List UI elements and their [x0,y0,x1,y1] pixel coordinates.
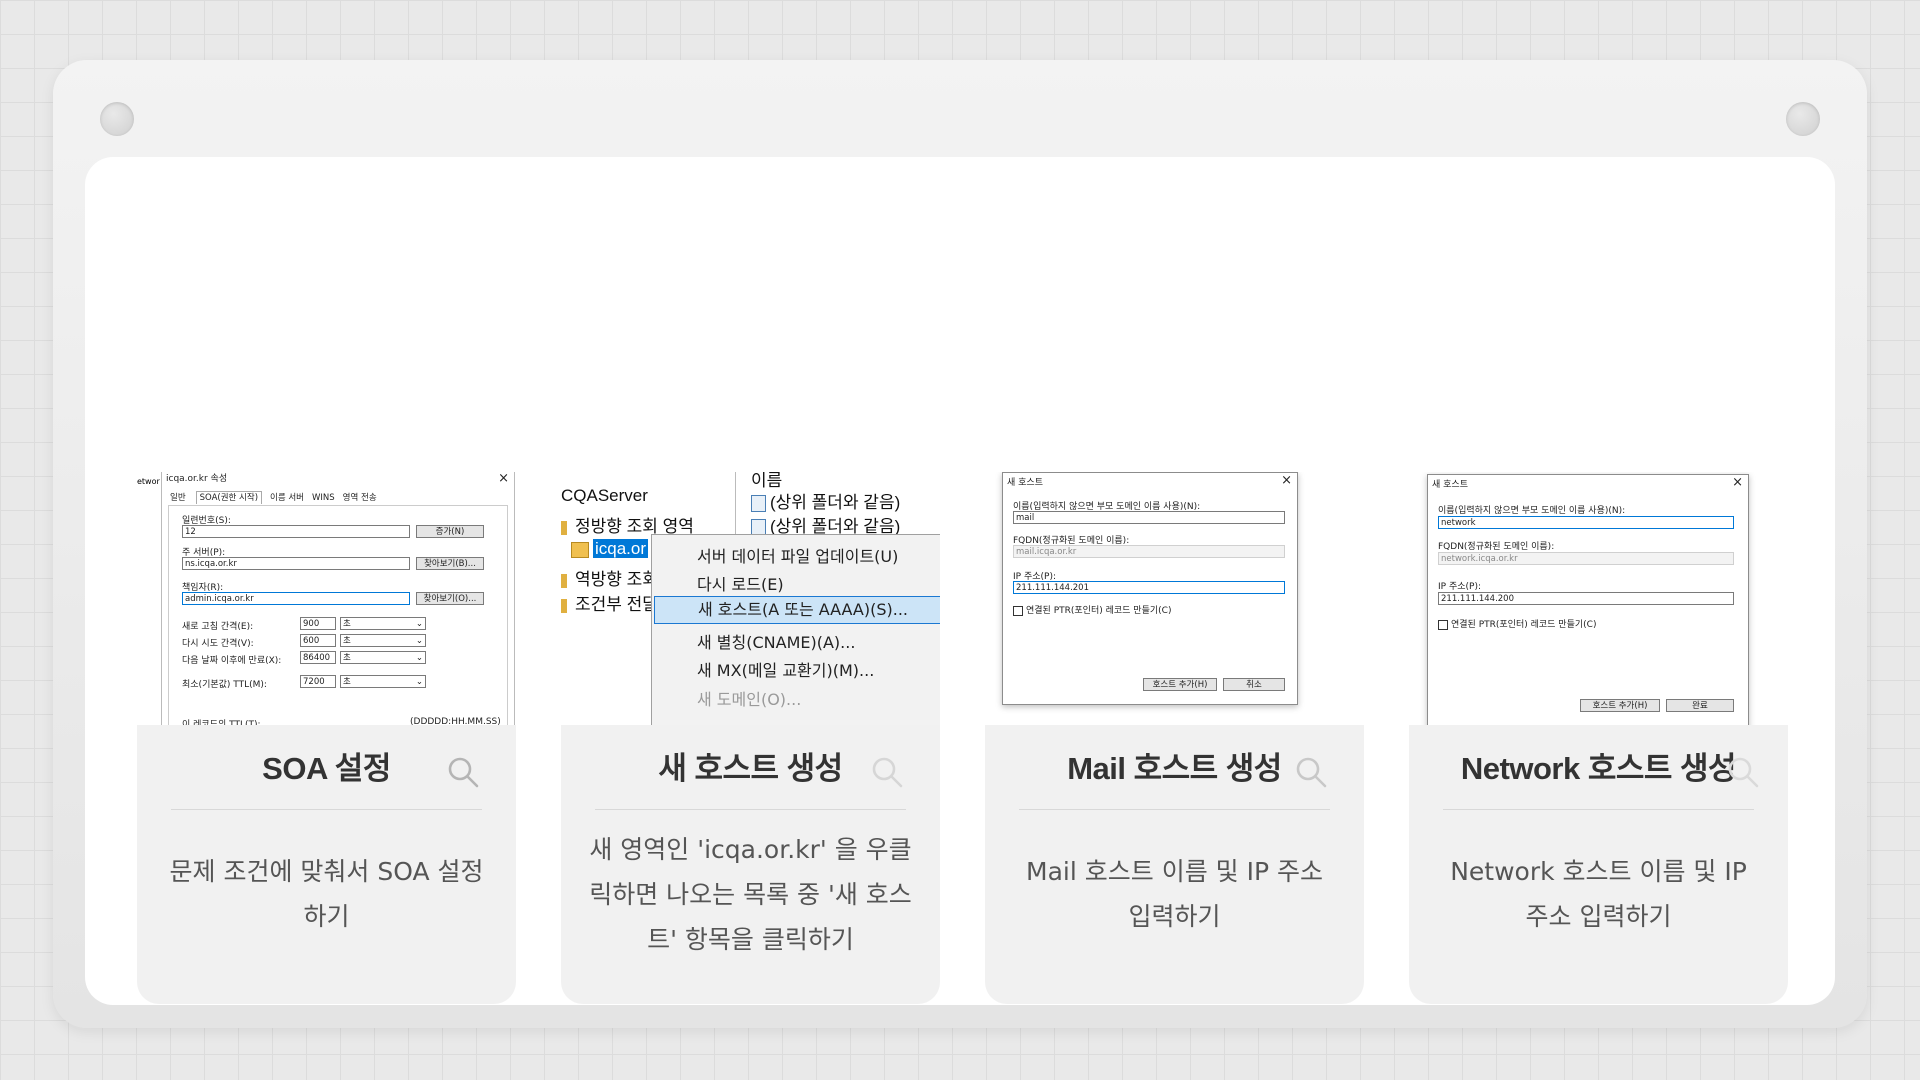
browse-button-2[interactable]: 찾아보기(O)... [416,592,484,605]
name-input[interactable]: mail [1013,511,1285,524]
refresh-input[interactable]: 900 [300,617,336,630]
dialog-title: 새 호스트 [1432,480,1468,490]
divider [1019,809,1330,810]
record-ttl-label: 이 레코드의 TTL(T): [182,720,261,725]
new-host-dialog: 새 호스트 × 이름(입력하지 않으면 부모 도메인 이름 사용)(N): ma… [1002,472,1298,705]
dialog-title: 새 호스트 [1007,478,1043,488]
ip-input[interactable]: 211.111.144.201 [1013,581,1285,594]
card-soa[interactable]: etwor icqa.or.kr 속성 × 일반 SOA(권한 시작) 이름 서버 W… [137,472,516,1004]
card-body: Network 호스트 생성 Network 호스트 이름 및 IP 주소 입력… [1409,725,1788,1004]
close-icon[interactable]: × [1732,475,1743,490]
expire-label: 다음 날짜 이후에 만료(X): [182,656,282,666]
tree-server[interactable]: CQAServer [561,486,648,506]
ip-input[interactable]: 211.111.144.200 [1438,592,1734,605]
tab-wins[interactable]: WINS [312,493,335,503]
card-thumbnail: CQAServer 정방향 조회 영역 icqa.or 역방향 조회 조건부 전… [561,472,940,725]
card-body: 새 호스트 생성 새 영역인 'icqa.or.kr' 을 우클릭하면 나오는 … [561,725,940,1004]
card-description: Network 호스트 이름 및 IP 주소 입력하기 [1450,857,1747,931]
context-menu: 서버 데이터 파일 업데이트(U) 다시 로드(E) 새 호스트(A 또는 AA… [651,534,940,725]
card-network-host[interactable]: 새 호스트 × 이름(입력하지 않으면 부모 도메인 이름 사용)(N): ne… [1409,472,1788,1004]
search-icon[interactable] [1726,755,1760,789]
expire-input[interactable]: 86400 [300,651,336,664]
card-description: 문제 조건에 맞춰서 SOA 설정하기 [169,857,484,931]
divider [595,809,906,810]
menu-reload[interactable]: 다시 로드(E) [697,571,784,595]
menu-new-mx[interactable]: 새 MX(메일 교환기)(M)... [697,657,874,681]
content-panel: etwor icqa.or.kr 속성 × 일반 SOA(권한 시작) 이름 서버 W… [85,157,1835,1005]
tree-zone-icqa[interactable]: icqa.or [571,539,649,559]
menu-update-data-file[interactable]: 서버 데이터 파일 업데이트(U) [697,543,898,567]
record-ttl-format: (DDDDD:HH.MM.SS) [410,717,501,725]
cancel-button[interactable]: 취소 [1223,678,1285,691]
retry-label: 다시 시도 간격(V): [182,639,254,649]
tab-general[interactable]: 일반 [170,493,186,503]
dialog-title: icqa.or.kr 속성 [166,474,228,484]
card-new-host[interactable]: CQAServer 정방향 조회 영역 icqa.or 역방향 조회 조건부 전… [561,472,940,1004]
card-thumbnail: 새 호스트 × 이름(입력하지 않으면 부모 도메인 이름 사용)(N): ma… [985,472,1364,725]
soa-dialog: icqa.or.kr 속성 × 일반 SOA(권한 시작) 이름 서버 WINS 영역 … [161,472,515,725]
expire-unit[interactable]: 초 ⌄ [340,651,426,664]
add-host-button[interactable]: 호스트 추가(H) [1143,678,1217,691]
screw-right [1786,102,1820,136]
tree-conditional[interactable]: 조건부 전달 [561,590,658,615]
divider [1443,809,1754,810]
name-input[interactable]: network [1438,516,1734,529]
menu-new-alias[interactable]: 새 별칭(CNAME)(A)... [697,629,855,653]
retry-unit[interactable]: 초 ⌄ [340,634,426,647]
close-icon[interactable]: × [498,472,509,486]
ttl-label: 최소(기본값) TTL(M): [182,680,267,690]
ip-label: IP 주소(P): [1438,582,1481,592]
ttl-input[interactable]: 7200 [300,675,336,688]
add-host-button[interactable]: 호스트 추가(H) [1580,699,1660,712]
search-icon[interactable] [1294,755,1328,789]
device-frame: etwor icqa.or.kr 속성 × 일반 SOA(권한 시작) 이름 서버 W… [53,60,1867,1028]
card-description: 새 영역인 'icqa.or.kr' 을 우클릭하면 나오는 목록 중 '새 호… [589,835,912,954]
fqdn-input: mail.icqa.or.kr [1013,545,1285,558]
responsible-input[interactable]: admin.icqa.or.kr [182,592,410,605]
tab-name-servers[interactable]: 이름 서버 [270,493,304,503]
list-item[interactable]: (상위 폴더와 같음) [751,488,900,513]
card-thumbnail: 새 호스트 × 이름(입력하지 않으면 부모 도메인 이름 사용)(N): ne… [1409,472,1788,725]
tree-reverse-zone[interactable]: 역방향 조회 [561,565,658,590]
card-description: Mail 호스트 이름 및 IP 주소 입력하기 [1026,857,1323,931]
divider [171,809,482,810]
serial-input[interactable]: 12 [182,525,410,538]
fqdn-label: FQDN(정규화된 도메인 이름): [1438,542,1555,552]
side-label: etwor [137,477,160,486]
name-label: 이름(입력하지 않으면 부모 도메인 이름 사용)(N): [1438,506,1626,516]
card-thumbnail: etwor icqa.or.kr 속성 × 일반 SOA(권한 시작) 이름 서버 W… [137,472,516,725]
card-body: Mail 호스트 생성 Mail 호스트 이름 및 IP 주소 입력하기 [985,725,1364,1004]
fqdn-input: network.icqa.or.kr [1438,552,1734,565]
new-host-dialog: 새 호스트 × 이름(입력하지 않으면 부모 도메인 이름 사용)(N): ne… [1427,474,1749,725]
menu-new-domain[interactable]: 새 도메인(O)... [697,686,801,710]
tab-bar: 일반 SOA(권한 시작) 이름 서버 WINS 영역 전송 [170,491,377,504]
refresh-unit[interactable]: 초 ⌄ [340,617,426,630]
increment-button[interactable]: 증가(N) [416,525,484,538]
retry-input[interactable]: 600 [300,634,336,647]
ttl-unit[interactable]: 초 ⌄ [340,675,426,688]
browse-button[interactable]: 찾아보기(B)... [416,557,484,570]
tab-zone-transfer[interactable]: 영역 전송 [343,493,377,503]
done-button[interactable]: 완료 [1666,699,1734,712]
refresh-label: 새로 고침 간격(E): [182,622,254,632]
ptr-checkbox[interactable]: 연결된 PTR(포인터) 레코드 만들기(C) [1013,603,1171,616]
ptr-checkbox[interactable]: 연결된 PTR(포인터) 레코드 만들기(C) [1438,617,1596,630]
search-icon[interactable] [870,755,904,789]
close-icon[interactable]: × [1281,473,1292,488]
primary-server-input[interactable]: ns.icqa.or.kr [182,557,410,570]
screw-left [100,102,134,136]
tab-soa[interactable]: SOA(권한 시작) [195,491,263,504]
card-mail-host[interactable]: 새 호스트 × 이름(입력하지 않으면 부모 도메인 이름 사용)(N): ma… [985,472,1364,1004]
card-body: SOA 설정 문제 조건에 맞춰서 SOA 설정하기 [137,725,516,1004]
search-icon[interactable] [446,755,480,789]
menu-new-host[interactable]: 새 호스트(A 또는 AAAA)(S)... [654,596,940,624]
